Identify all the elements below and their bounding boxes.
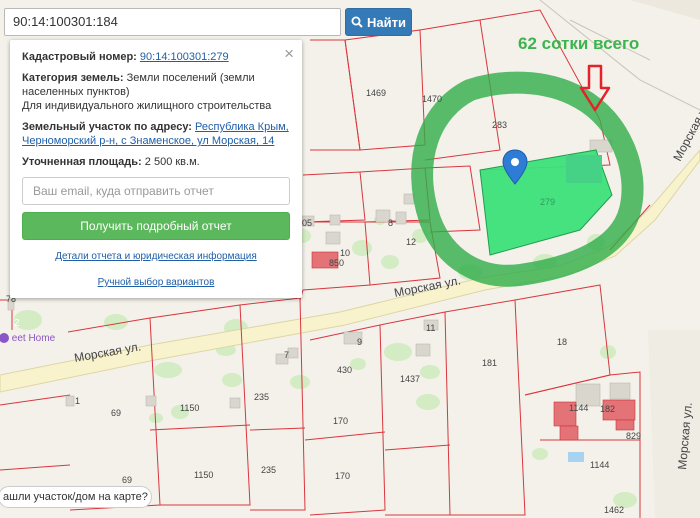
place-name: eet Home — [11, 333, 56, 344]
address-label: Земельный участок по адресу: — [22, 121, 192, 133]
plot-number: 69 — [122, 475, 132, 485]
search-button-label: Найти — [367, 14, 406, 30]
plot-number: 430 — [337, 365, 352, 375]
plot-number: 181 — [482, 358, 497, 368]
parcel-info-panel: × Кадастровый номер: 90:14:100301:279 Ка… — [10, 40, 302, 298]
category-label: Категория земель: — [22, 72, 124, 84]
place-label: eet Home — [0, 333, 55, 344]
usage-value: Для индивидуального жилищного строительс… — [22, 100, 272, 112]
plot-number: 2 — [14, 318, 20, 329]
plot-number: 170 — [333, 416, 348, 426]
area-row: Уточненная площадь: 2 500 кв.м. — [22, 155, 290, 169]
search-button[interactable]: Найти — [345, 8, 412, 36]
plot-number: 7 — [284, 350, 289, 360]
plot-number: 05 — [302, 218, 312, 228]
plot-number: 9 — [357, 337, 362, 347]
plot-number: 1462 — [604, 505, 624, 515]
plot-number: 1437 — [400, 374, 420, 384]
plot-number: 1150 — [180, 403, 199, 413]
plot-number: 1 — [75, 396, 80, 406]
plot-number: 18 — [557, 337, 567, 347]
cadastral-row: Кадастровый номер: 90:14:100301:279 — [22, 50, 290, 64]
manual-row: Ручной выбор вариантов — [22, 276, 290, 290]
area-label: Уточненная площадь: — [22, 156, 142, 168]
selected-parcel-building — [566, 155, 602, 183]
details-link[interactable]: Детали отчета и юридическая информация — [55, 251, 257, 262]
found-on-map-question[interactable]: ашли участок/дом на карте? — [0, 486, 152, 508]
category-row: Категория земель: Земли поселений (земли… — [22, 71, 290, 113]
map-pin-icon — [0, 333, 9, 344]
water-pool — [568, 452, 584, 462]
plot-number: 1144 — [590, 460, 609, 470]
plot-number: 235 — [261, 465, 276, 475]
search-input[interactable]: 90:14:100301:184 — [4, 8, 341, 36]
search-icon — [351, 16, 363, 28]
plot-number: 283 — [492, 120, 507, 130]
email-field[interactable]: Ваш email, куда отправить отчет — [22, 177, 290, 205]
plot-number: 1470 — [422, 94, 442, 104]
plot-number: 11 — [426, 323, 435, 333]
close-icon[interactable]: × — [284, 44, 294, 64]
plot-number: 69 — [111, 408, 121, 418]
plot-number: 8 — [388, 218, 393, 228]
cadastral-link[interactable]: 90:14:100301:279 — [140, 51, 229, 63]
plot-number: 850 — [329, 258, 344, 268]
annotation-total-area: 62 сотки всего — [518, 34, 640, 53]
area-value: 2 500 кв.м. — [144, 156, 200, 168]
plot-number: 12 — [406, 237, 416, 247]
details-row: Детали отчета и юридическая информация — [22, 250, 290, 264]
plot-number: 182 — [600, 404, 615, 414]
cadastral-label: Кадастровый номер: — [22, 51, 137, 63]
address-row: Земельный участок по адресу: Республика … — [22, 120, 290, 148]
plot-number: 829 — [626, 431, 641, 441]
plot-number: 1469 — [366, 88, 386, 98]
plot-number: 1144 — [569, 403, 588, 413]
manual-select-link[interactable]: Ручной выбор вариантов — [98, 277, 215, 288]
plot-number: 1150 — [194, 470, 213, 480]
plot-number: 10 — [340, 248, 350, 258]
plot-number: 235 — [254, 392, 269, 402]
plot-number: 279 — [540, 197, 555, 207]
plot-number: 170 — [335, 471, 350, 481]
get-report-button[interactable]: Получить подробный отчет — [22, 212, 290, 240]
